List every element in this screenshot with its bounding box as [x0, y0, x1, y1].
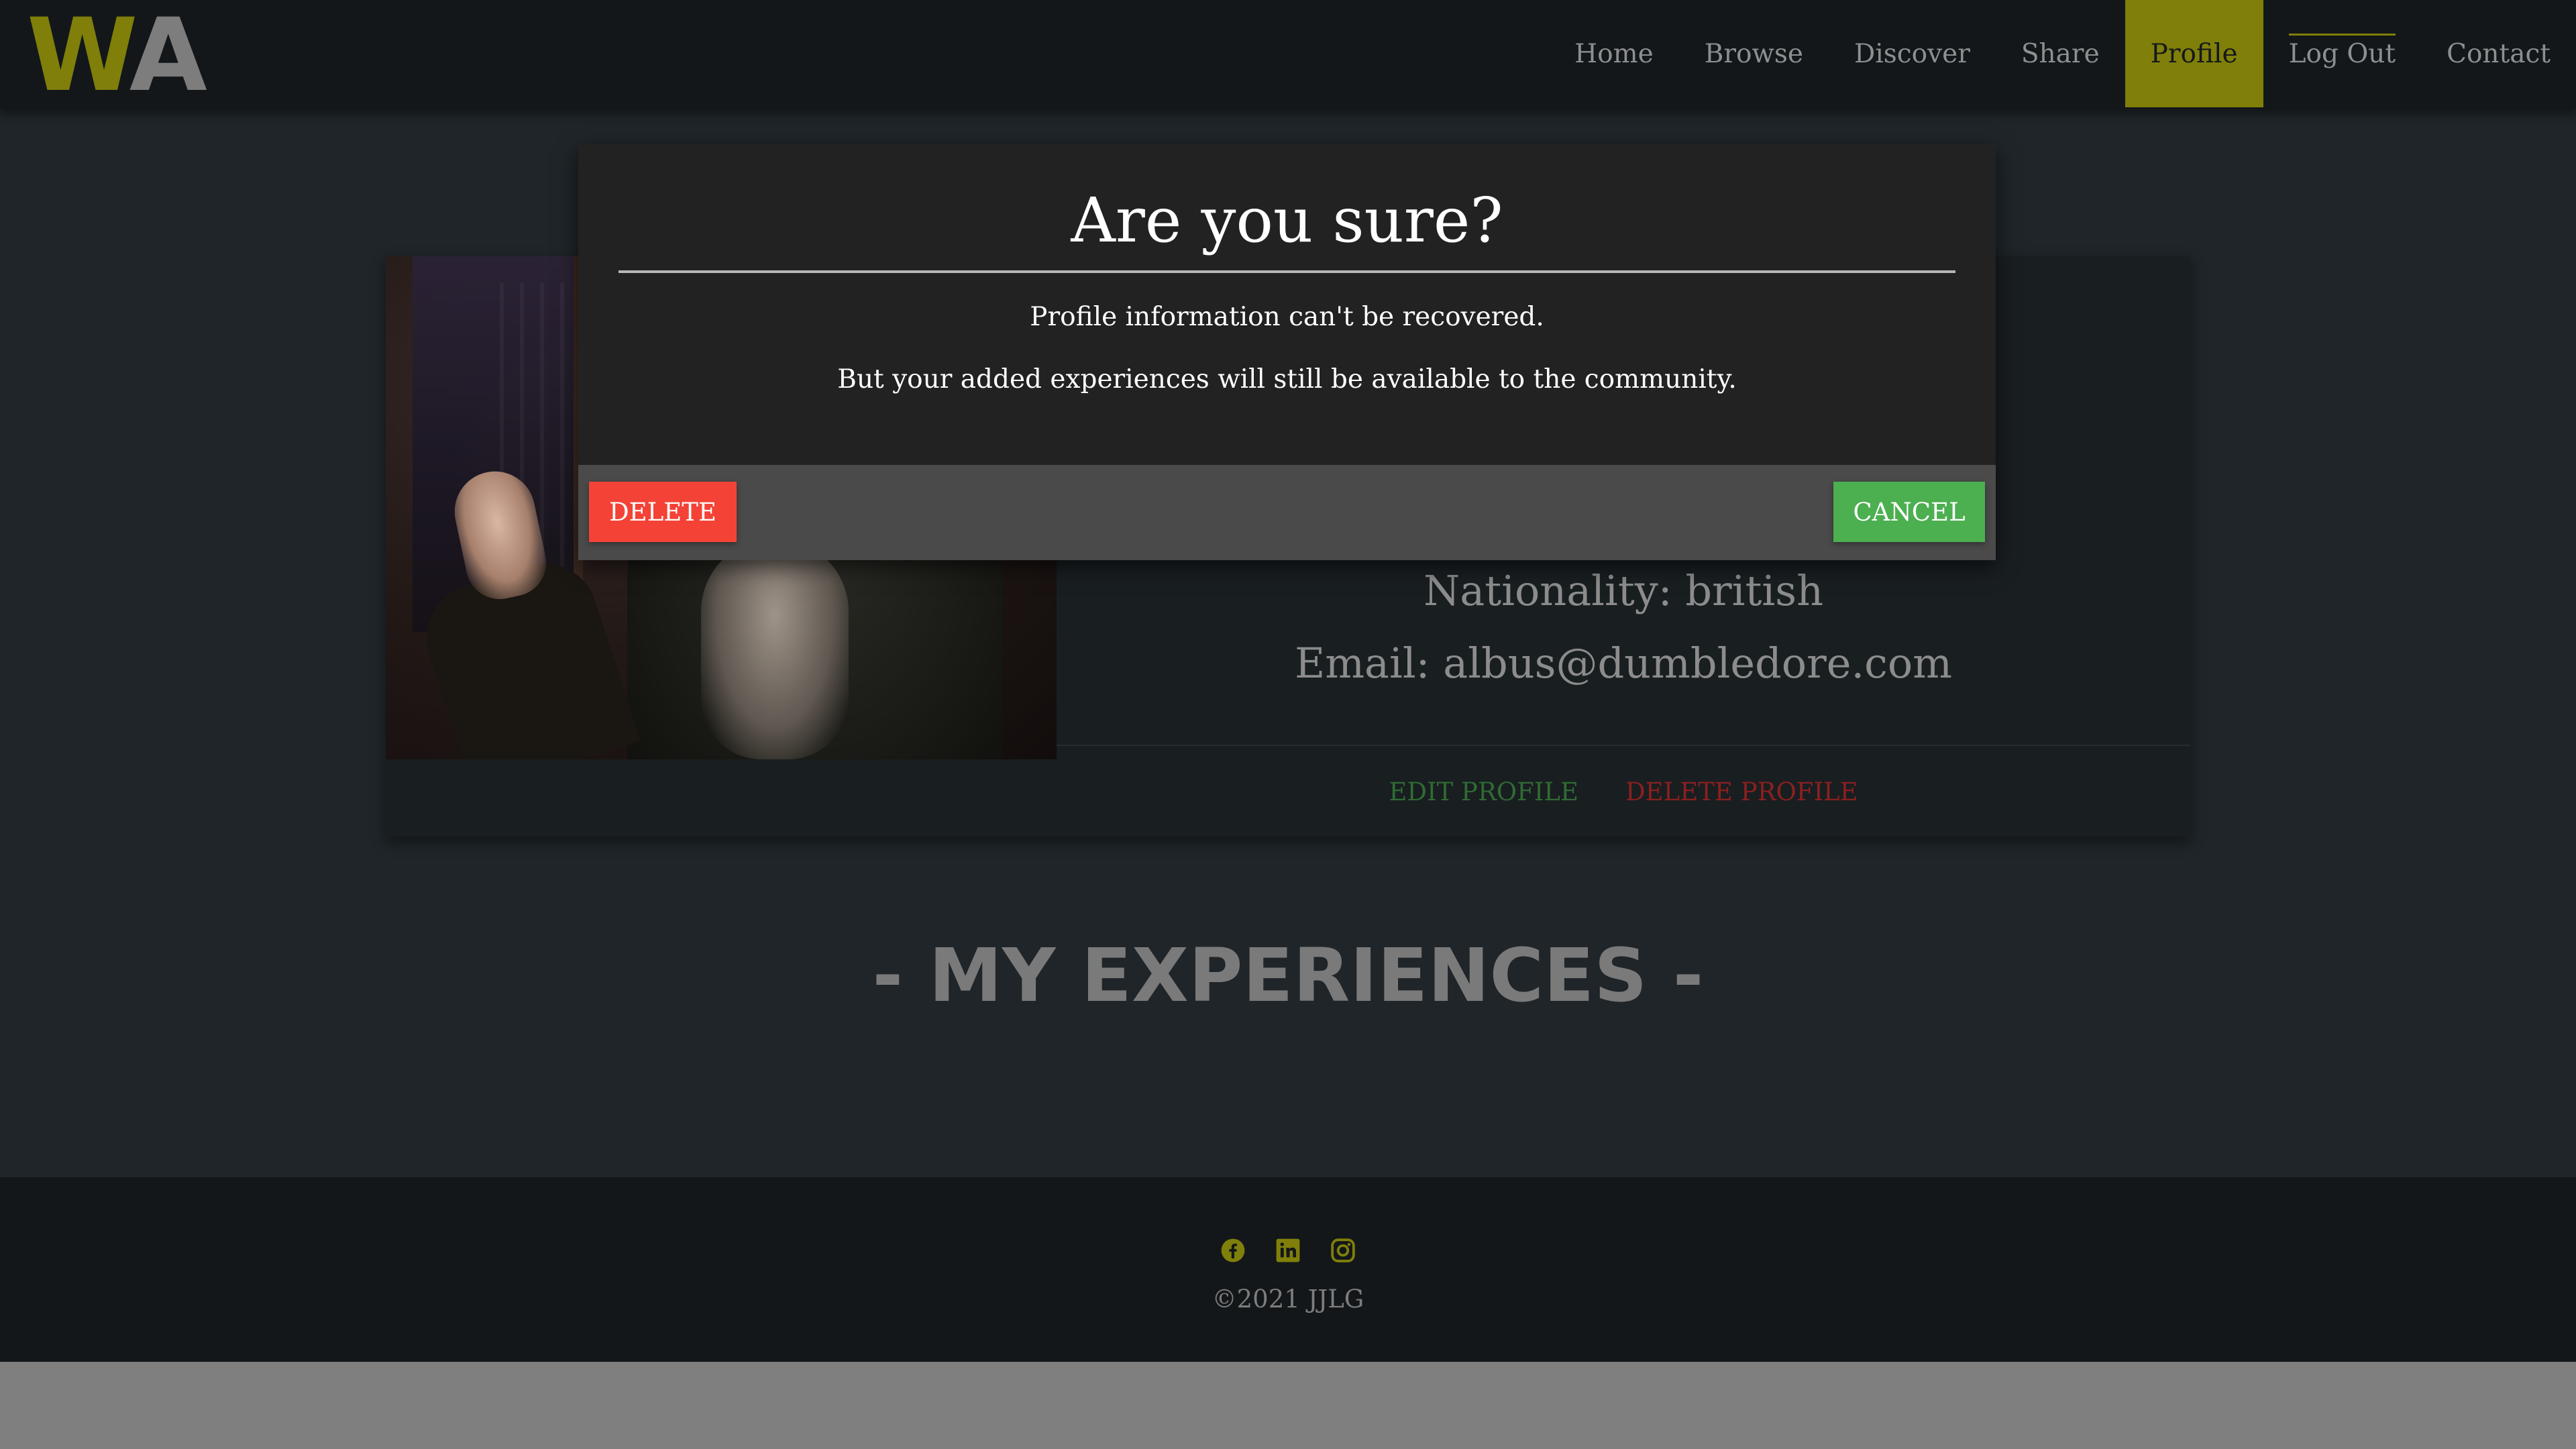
modal-title: Are you sure?: [1071, 184, 1503, 256]
navbar: WA Home Browse Discover Share Profile Lo…: [0, 0, 2576, 109]
modal-message-2: But your added experiences will still be…: [837, 364, 1737, 394]
edit-profile-link[interactable]: EDIT PROFILE: [1389, 777, 1578, 806]
footer: [0, 1177, 2576, 1362]
social-links: [0, 1238, 2576, 1263]
confirm-delete-modal: Are you sure? Profile information can't …: [578, 144, 1996, 560]
nav-item-contact[interactable]: Contact: [2421, 0, 2576, 107]
modal-message-1: Profile information can't be recovered.: [1030, 302, 1544, 332]
cancel-button[interactable]: CANCEL: [1833, 482, 1985, 542]
copyright: ©2021 JJLG: [1212, 1285, 1364, 1313]
profile-nationality: Nationality: british: [1423, 566, 1824, 615]
modal-footer: DELETE CANCEL: [578, 465, 1996, 560]
logo-letter-w: W: [27, 0, 133, 114]
nav-menu: Home Browse Discover Share Profile Log O…: [1549, 0, 2576, 107]
delete-profile-link[interactable]: DELETE PROFILE: [1625, 777, 1858, 806]
nav-item-share[interactable]: Share: [1996, 0, 2125, 107]
modal-divider: [619, 270, 1955, 273]
nav-item-home[interactable]: Home: [1549, 0, 1679, 107]
photo-beard: [701, 538, 849, 759]
delete-button[interactable]: DELETE: [589, 482, 737, 542]
nav-item-browse[interactable]: Browse: [1679, 0, 1829, 107]
nav-item-logout-label: Log Out: [2288, 38, 2396, 69]
profile-actions: EDIT PROFILE DELETE PROFILE: [1057, 745, 2190, 838]
logo-letter-a: A: [129, 0, 207, 114]
profile-email: Email: albus@dumbledore.com: [1294, 639, 1952, 688]
linkedin-icon[interactable]: [1275, 1238, 1301, 1263]
nav-item-discover[interactable]: Discover: [1829, 0, 1996, 107]
nav-underline: [2288, 34, 2396, 36]
facebook-icon[interactable]: [1220, 1238, 1246, 1263]
page: WA Home Browse Discover Share Profile Lo…: [0, 0, 2576, 1362]
instagram-icon[interactable]: [1330, 1238, 1356, 1263]
section-title: - MY EXPERIENCES -: [872, 932, 1704, 1018]
nav-item-logout[interactable]: Log Out: [2263, 0, 2422, 107]
logo[interactable]: WA: [27, 5, 207, 106]
nav-item-profile[interactable]: Profile: [2125, 0, 2263, 107]
